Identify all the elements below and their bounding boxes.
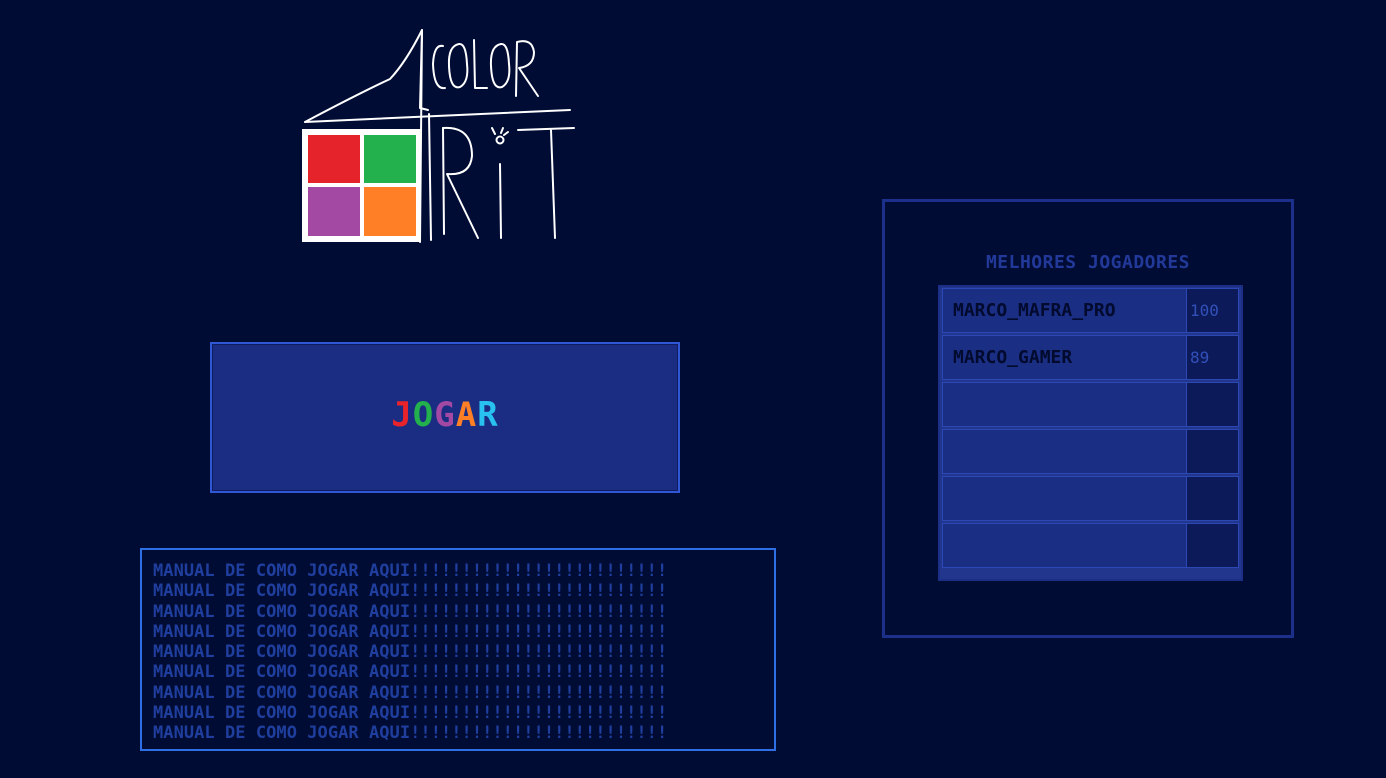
play-button-label: JOGAR <box>391 395 498 435</box>
leaderboard-title: MELHORES JOGADORES <box>985 252 1191 273</box>
play-button[interactable]: JOGAR <box>210 342 680 493</box>
manual-line: MANUAL DE COMO JOGAR AQUI!!!!!!!!!!!!!!!… <box>153 621 668 642</box>
play-letter: J <box>391 394 413 435</box>
player-score <box>1187 429 1239 474</box>
manual-line: MANUAL DE COMO JOGAR AQUI!!!!!!!!!!!!!!!… <box>153 682 668 703</box>
player-score <box>1187 382 1239 427</box>
manual-line: MANUAL DE COMO JOGAR AQUI!!!!!!!!!!!!!!!… <box>153 642 668 663</box>
player-name <box>942 476 1187 521</box>
game-logo <box>298 24 582 246</box>
manual-line: MANUAL DE COMO JOGAR AQUI!!!!!!!!!!!!!!!… <box>153 662 668 683</box>
manual-line: MANUAL DE COMO JOGAR AQUI!!!!!!!!!!!!!!!… <box>153 561 668 581</box>
leaderboard-row <box>942 429 1239 474</box>
player-name: MARCO_MAFRA_PRO <box>942 288 1187 333</box>
play-letter: G <box>434 394 456 435</box>
manual-line: MANUAL DE COMO JOGAR AQUI!!!!!!!!!!!!!!!… <box>153 581 668 602</box>
leaderboard-row: MARCO_MAFRA_PRO 100 <box>942 288 1239 333</box>
play-letter: O <box>412 394 435 435</box>
leaderboard-row <box>942 382 1239 427</box>
leaderboard-panel: MELHORES JOGADORES MARCO_MAFRA_PRO 100 MAR… <box>882 199 1294 638</box>
manual-line: MANUAL DE COMO JOGAR AQUI!!!!!!!!!!!!!!!… <box>153 703 668 724</box>
player-score <box>1187 476 1239 521</box>
logo-drawing <box>302 29 575 243</box>
player-name <box>942 523 1187 568</box>
player-score: 89 <box>1187 335 1239 380</box>
player-score: 100 <box>1187 288 1239 333</box>
leaderboard-row: MARCO_GAMER 89 <box>942 335 1239 380</box>
manual-line: MANUAL DE COMO JOGAR AQUI!!!!!!!!!!!!!!!… <box>153 601 668 622</box>
play-letter: A <box>455 394 478 435</box>
leaderboard-row <box>942 523 1239 568</box>
player-name <box>942 429 1187 474</box>
leaderboard-table: MARCO_MAFRA_PRO 100 MARCO_GAMER 89 <box>938 285 1243 581</box>
manual-line: MANUAL DE COMO JOGAR AQUI!!!!!!!!!!!!!!!… <box>153 723 668 744</box>
player-score <box>1187 523 1239 568</box>
manual-panel: MANUAL DE COMO JOGAR AQUI!!!!!!!!!!!!!!!… <box>140 548 776 751</box>
player-name: MARCO_GAMER <box>942 335 1187 380</box>
player-name <box>942 382 1187 427</box>
leaderboard-row <box>942 476 1239 521</box>
play-letter: R <box>477 394 499 435</box>
